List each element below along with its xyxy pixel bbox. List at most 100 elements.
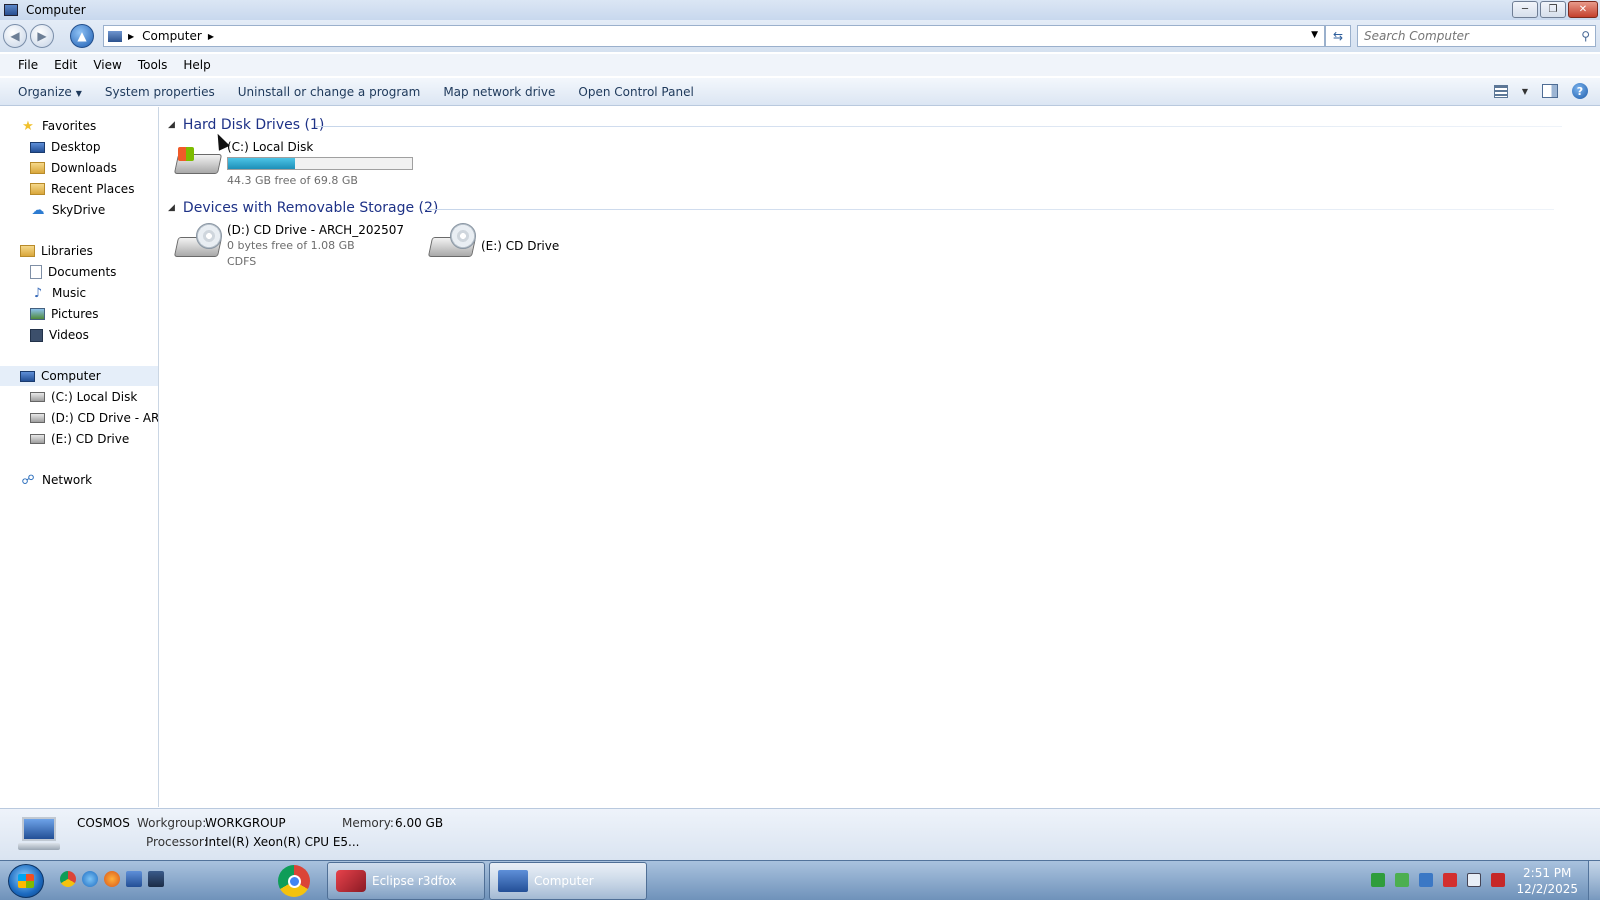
- computer-icon: [18, 817, 60, 851]
- preview-pane-icon[interactable]: [1542, 84, 1558, 98]
- search-input[interactable]: [1358, 26, 1568, 46]
- sidebar-item-label: Pictures: [51, 307, 99, 321]
- sidebar-item-libraries[interactable]: Libraries: [20, 241, 93, 261]
- sidebar-item-downloads[interactable]: Downloads: [30, 158, 117, 178]
- volume-muted-icon[interactable]: [1491, 873, 1505, 887]
- sidebar-item-skydrive[interactable]: ☁ SkyDrive: [30, 200, 106, 220]
- sidebar-item-label: Downloads: [51, 161, 117, 175]
- drive-name: (E:) CD Drive: [481, 239, 560, 253]
- change-view-icon[interactable]: [1493, 84, 1508, 98]
- drive-filesystem: CDFS: [227, 255, 257, 268]
- show-desktop-button[interactable]: [1588, 861, 1600, 900]
- cloud-icon: ☁: [31, 202, 45, 218]
- documents-icon: [30, 265, 42, 279]
- sidebar-item-e-drive[interactable]: (E:) CD Drive: [30, 429, 129, 449]
- sidebar-item-d-drive[interactable]: (D:) CD Drive - ARCH_202507: [30, 408, 158, 428]
- minimize-button[interactable]: ─: [1512, 1, 1538, 18]
- organize-label: Organize: [18, 84, 72, 99]
- action-center-icon[interactable]: [1467, 873, 1481, 887]
- map-network-drive-button[interactable]: Map network drive: [435, 85, 570, 99]
- menu-edit[interactable]: Edit: [46, 58, 85, 72]
- task-label: Eclipse r3dfox: [372, 874, 457, 888]
- sidebar-item-desktop[interactable]: Desktop: [30, 137, 101, 157]
- error-icon[interactable]: [1443, 873, 1457, 887]
- chevron-right-icon[interactable]: ▶: [128, 32, 134, 41]
- address-bar[interactable]: ▶ Computer ▶ ▼: [103, 25, 1325, 47]
- forward-button[interactable]: ▶: [30, 24, 54, 48]
- network-tray-icon[interactable]: [1419, 873, 1433, 887]
- chrome-icon[interactable]: [60, 871, 76, 887]
- close-button[interactable]: ✕: [1568, 1, 1598, 18]
- menu-view[interactable]: View: [85, 58, 129, 72]
- chevron-right-icon[interactable]: ▶: [208, 32, 214, 41]
- sidebar-item-computer[interactable]: Computer: [0, 366, 158, 386]
- computer-name: COSMOS: [77, 816, 130, 830]
- sidebar-item-label: Network: [42, 473, 93, 487]
- task-label: Computer: [534, 874, 594, 888]
- menu-tools[interactable]: Tools: [130, 58, 176, 72]
- breadcrumb-computer[interactable]: Computer: [142, 29, 202, 43]
- cd-drive-icon: [30, 413, 45, 423]
- search-box[interactable]: ⚲: [1357, 25, 1596, 47]
- music-note-icon: ♪: [33, 285, 43, 301]
- sidebar-item-network[interactable]: ☍ Network: [20, 470, 92, 490]
- taskbar: Eclipse r3dfox Computer 2:51 PM 12/2/202…: [0, 860, 1600, 900]
- up-button[interactable]: ▲: [70, 24, 94, 48]
- task-eclipse-r3dfox[interactable]: Eclipse r3dfox: [327, 862, 485, 900]
- title-bar: Computer ─ ❐ ✕: [0, 0, 1600, 20]
- window-switcher-icon[interactable]: [148, 871, 164, 887]
- sidebar-item-videos[interactable]: Videos: [30, 325, 89, 345]
- menu-help[interactable]: Help: [175, 58, 218, 72]
- computer-icon: [498, 870, 528, 892]
- sidebar-item-c-drive[interactable]: (C:) Local Disk: [30, 387, 137, 407]
- system-properties-button[interactable]: System properties: [97, 85, 230, 99]
- sidebar-item-label: Desktop: [51, 140, 101, 154]
- open-control-panel-button[interactable]: Open Control Panel: [570, 85, 708, 99]
- internet-explorer-icon[interactable]: [82, 871, 98, 887]
- sidebar-item-recent-places[interactable]: Recent Places: [30, 179, 134, 199]
- star-icon: ★: [22, 118, 34, 134]
- sidebar-item-pictures[interactable]: Pictures: [30, 304, 99, 324]
- sidebar-item-documents[interactable]: Documents: [30, 262, 116, 282]
- collapse-triangle-icon[interactable]: ◢: [168, 203, 175, 213]
- back-button[interactable]: ◀: [3, 24, 27, 48]
- collapse-triangle-icon[interactable]: ◢: [168, 120, 175, 130]
- battery-icon[interactable]: [1395, 873, 1409, 887]
- chevron-down-icon[interactable]: ▼: [1311, 30, 1318, 40]
- sidebar-item-music[interactable]: ♪ Music: [30, 283, 86, 303]
- help-icon[interactable]: ?: [1572, 83, 1588, 99]
- drive-tile-c[interactable]: (C:) Local Disk 44.3 GB free of 69.8 GB: [173, 140, 414, 190]
- desktop-icon[interactable]: [126, 871, 142, 887]
- search-icon[interactable]: ⚲: [1581, 29, 1590, 43]
- capacity-bar: [227, 157, 413, 170]
- firefox-icon[interactable]: [104, 871, 120, 887]
- recent-places-icon: [30, 183, 45, 195]
- sidebar-item-label: Recent Places: [51, 182, 135, 196]
- organize-button[interactable]: Organize ▼: [10, 85, 97, 99]
- chrome-taskbar-icon[interactable]: [278, 865, 310, 897]
- restore-button[interactable]: ❐: [1540, 1, 1566, 18]
- r3dfox-icon: [336, 870, 366, 892]
- uninstall-program-button[interactable]: Uninstall or change a program: [230, 85, 436, 99]
- navigation-pane: ★ Favorites Desktop Downloads Recent Pla…: [0, 107, 159, 807]
- task-computer[interactable]: Computer: [489, 862, 647, 900]
- memory-label: Memory:: [342, 816, 394, 830]
- chevron-down-icon[interactable]: ▼: [1522, 87, 1528, 96]
- windows-drive-icon: [173, 140, 223, 182]
- processor-label: Processor:: [146, 835, 208, 849]
- group-header-hard-disk-drives[interactable]: ◢ Hard Disk Drives (1): [168, 116, 324, 134]
- details-pane: COSMOS Workgroup: WORKGROUP Memory: 6.00…: [0, 808, 1600, 860]
- refresh-button[interactable]: ⇆: [1325, 25, 1351, 47]
- group-header-removable-storage[interactable]: ◢ Devices with Removable Storage (2): [168, 199, 438, 217]
- start-button[interactable]: [8, 864, 44, 898]
- drive-tile-e[interactable]: (E:) CD Drive: [427, 223, 588, 273]
- security-shield-icon[interactable]: [1371, 873, 1385, 887]
- sidebar-item-favorites[interactable]: ★ Favorites: [20, 116, 96, 136]
- network-icon: ☍: [21, 472, 35, 488]
- clock-time: 2:51 PM: [1523, 866, 1572, 880]
- menu-file[interactable]: File: [10, 58, 46, 72]
- cd-drive-icon: [30, 434, 45, 444]
- drive-tile-d[interactable]: (D:) CD Drive - ARCH_202507 0 bytes free…: [173, 223, 414, 273]
- clock[interactable]: 2:51 PM 12/2/2025: [1516, 865, 1578, 897]
- hard-drive-icon: [30, 392, 45, 402]
